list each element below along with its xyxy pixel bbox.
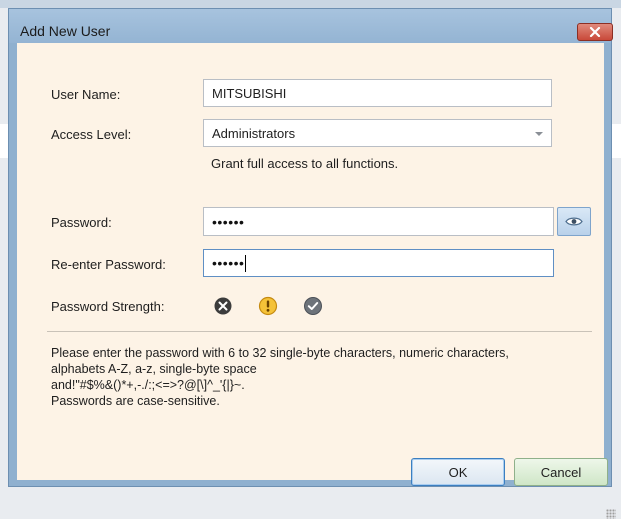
eye-icon	[565, 217, 583, 226]
desktop-background	[0, 0, 621, 8]
x-circle-icon	[214, 297, 232, 315]
background-strip	[612, 124, 621, 158]
reenter-password-label: Re-enter Password:	[51, 257, 166, 272]
access-level-label: Access Level:	[51, 127, 132, 142]
reenter-password-value: ••••••	[212, 255, 245, 271]
password-label: Password:	[51, 215, 112, 230]
warning-icon	[258, 296, 278, 316]
password-rules-line: Passwords are case-sensitive.	[51, 394, 220, 408]
ok-button[interactable]: OK	[411, 458, 505, 486]
password-rules-line: alphabets A-Z, a-z, single-byte space	[51, 362, 257, 376]
access-level-value: Administrators	[212, 125, 296, 141]
password-value: ••••••	[212, 213, 245, 230]
user-name-value: MITSUBISHI	[212, 85, 287, 101]
section-divider	[47, 331, 592, 332]
text-caret	[245, 254, 247, 272]
resize-grip[interactable]	[606, 509, 616, 519]
dialog-body: User Name: MITSUBISHI Access Level: Admi…	[17, 43, 616, 519]
user-name-label: User Name:	[51, 87, 121, 102]
check-circle-icon	[304, 297, 322, 315]
window-title: Add New User	[20, 23, 111, 39]
show-password-button[interactable]	[557, 207, 591, 236]
cancel-button[interactable]: Cancel	[514, 458, 608, 486]
password-rules-line: Please enter the password with 6 to 32 s…	[51, 346, 509, 360]
add-new-user-dialog: Add New User User Name: MITSUBISHI Acces…	[8, 8, 616, 519]
close-x-icon	[589, 27, 601, 37]
chevron-down-icon	[535, 132, 543, 136]
password-rules-text: Please enter the password with 6 to 32 s…	[51, 345, 591, 409]
password-input[interactable]: ••••••	[203, 207, 554, 236]
password-rules-line: and!"#$%&()*+,-./:;<=>?@[\]^_'{|}~.	[51, 378, 245, 392]
user-name-input[interactable]: MITSUBISHI	[203, 79, 552, 107]
title-bar[interactable]: Add New User	[9, 9, 613, 43]
access-level-description: Grant full access to all functions.	[211, 156, 399, 171]
access-level-select[interactable]: Administrators	[203, 119, 552, 147]
password-strength-label: Password Strength:	[51, 299, 165, 314]
close-button[interactable]	[577, 23, 613, 41]
reenter-password-input[interactable]: ••••••	[203, 249, 554, 277]
